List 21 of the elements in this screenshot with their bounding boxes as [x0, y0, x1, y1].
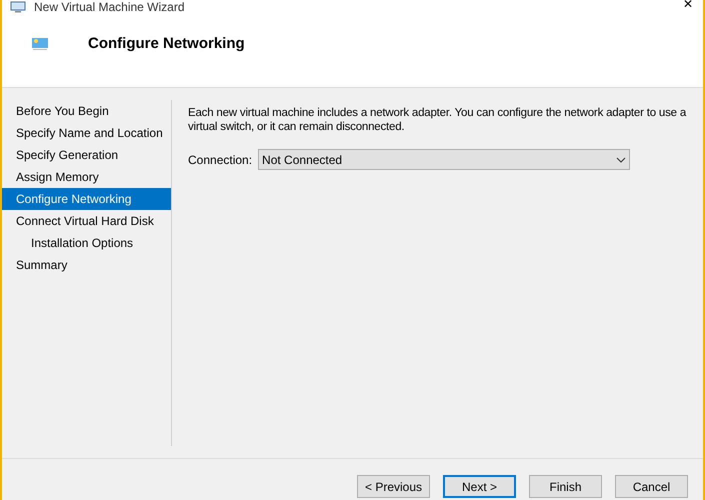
step-item[interactable]: Connect Virtual Hard Disk	[2, 210, 171, 232]
chevron-down-icon	[616, 156, 626, 162]
connection-label: Connection:	[188, 152, 252, 168]
page-heading: Configure Networking	[88, 34, 245, 54]
step-item[interactable]: Specify Name and Location	[2, 122, 171, 144]
connection-dropdown[interactable]: Not Connected	[258, 149, 630, 170]
window-title: New Virtual Machine Wizard	[34, 0, 184, 14]
description-text: Each new virtual machine includes a network adapter. You can configure the network adapter to use a virtual switch, or it can remain disconnected.	[188, 106, 688, 134]
wizard-button[interactable]: Finish	[529, 475, 602, 498]
wizard-button[interactable]: Cancel	[615, 475, 688, 498]
close-button[interactable]: ✕	[683, 0, 703, 10]
step-item[interactable]: Before You Begin	[2, 100, 171, 122]
network-monitor-icon	[32, 37, 48, 51]
step-item[interactable]: Installation Options	[2, 232, 171, 254]
step-item[interactable]: Summary	[2, 254, 171, 276]
step-item[interactable]: Configure Networking	[2, 188, 171, 210]
step-item[interactable]: Assign Memory	[2, 166, 171, 188]
step-item[interactable]: Specify Generation	[2, 144, 171, 166]
wizard-button[interactable]: Next >	[443, 475, 516, 498]
wizard-button[interactable]: < Previous	[357, 475, 430, 498]
monitor-icon	[10, 1, 26, 13]
